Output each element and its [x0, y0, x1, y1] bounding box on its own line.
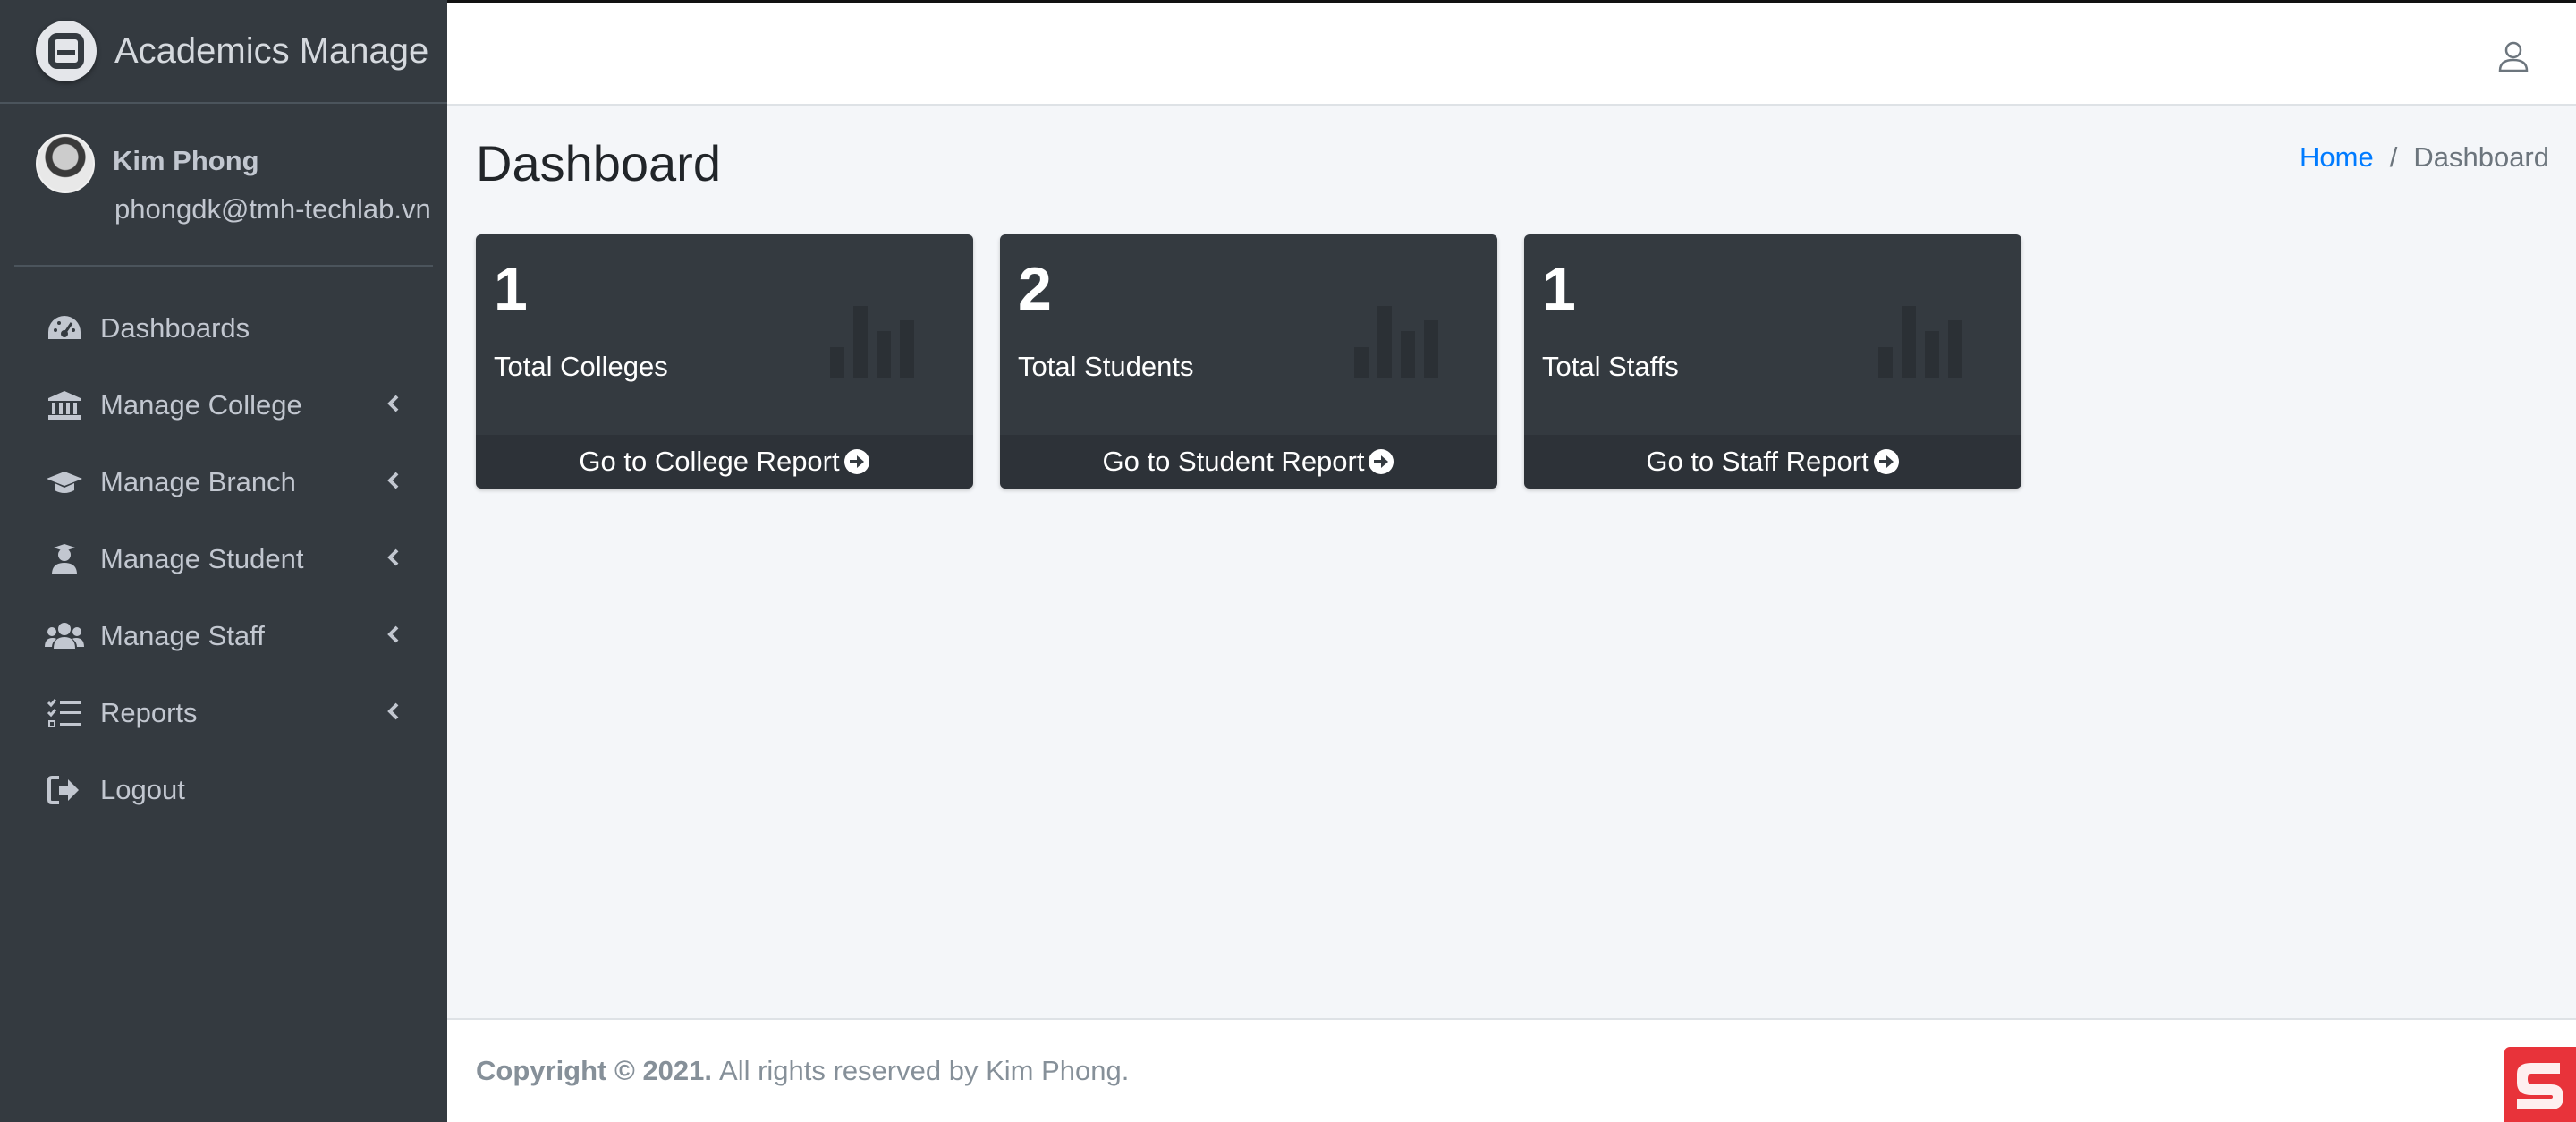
user-name[interactable]: Kim Phong [113, 145, 431, 177]
bar-chart-icon [830, 306, 914, 378]
stat-value: 1 [494, 255, 528, 323]
student-report-link[interactable]: Go to Student Report [1000, 435, 1497, 489]
top-navbar [447, 0, 2576, 106]
sidebar-item-manage-student[interactable]: Manage Student [0, 521, 447, 598]
bar-chart-icon [1354, 306, 1438, 378]
breadcrumb-current: Dashboard [2413, 141, 2549, 173]
tasks-icon [45, 695, 84, 731]
sidebar-item-label: Dashboards [100, 312, 250, 344]
stat-label: Total Staffs [1542, 351, 1679, 382]
sidebar-item-label: Manage College [100, 389, 302, 421]
sidebar-item-label: Manage Staff [100, 620, 265, 651]
chevron-left-icon [387, 395, 399, 412]
arrow-circle-right-icon [1368, 449, 1394, 474]
content-header: Dashboard Home / Dashboard [476, 134, 2549, 197]
breadcrumb-separator: / [2389, 141, 2398, 173]
user-panel: Kim Phong phongdk@tmh-techlab.vn [14, 104, 433, 267]
user-email: phongdk@tmh-techlab.vn [114, 193, 431, 225]
users-icon [45, 618, 84, 654]
page-footer: Copyright © 2021. All rights reserved by… [447, 1018, 2576, 1122]
brand-logo-icon [36, 21, 97, 81]
card-footer-label: Go to Staff Report [1646, 446, 1869, 477]
chevron-left-icon [387, 548, 399, 566]
breadcrumb-home-link[interactable]: Home [2300, 141, 2374, 174]
graduation-cap-icon [45, 464, 84, 500]
sidebar-item-manage-staff[interactable]: Manage Staff [0, 598, 447, 675]
user-menu-icon[interactable] [2497, 40, 2529, 72]
sidebar-item-label: Reports [100, 697, 198, 728]
arrow-circle-right-icon [1873, 449, 1899, 474]
sidebar-item-reports[interactable]: Reports [0, 675, 447, 752]
sidebar-item-dashboards[interactable]: Dashboards [0, 290, 447, 367]
stat-card-staffs: 1 Total Staffs Go to Staff Report [1524, 234, 2021, 489]
sidebar-item-label: Logout [100, 774, 185, 805]
staff-report-link[interactable]: Go to Staff Report [1524, 435, 2021, 489]
footer-copyright: Copyright © 2021. [476, 1055, 713, 1086]
sidebar-item-logout[interactable]: Logout [0, 752, 447, 829]
page-title: Dashboard [476, 135, 721, 191]
sidebar: Academics Manage Kim Phong phongdk@tmh-t… [0, 0, 447, 1122]
footer-text: All rights reserved by Kim Phong. [719, 1055, 1130, 1086]
chevron-left-icon [387, 472, 399, 489]
card-footer-label: Go to College Report [579, 446, 840, 477]
breadcrumb: Home / Dashboard [2300, 141, 2549, 174]
tachometer-icon [45, 310, 84, 346]
arrow-circle-right-icon [843, 449, 869, 474]
user-avatar [36, 134, 95, 193]
brand-link[interactable]: Academics Manage [0, 0, 447, 104]
stat-value: 2 [1018, 255, 1052, 323]
brand-name: Academics Manage [114, 30, 429, 71]
university-icon [45, 387, 84, 423]
card-footer-label: Go to Student Report [1102, 446, 1365, 477]
stat-card-students: 2 Total Students Go to Student Report [1000, 234, 1497, 489]
stat-label: Total Colleges [494, 351, 668, 382]
stat-card-colleges: 1 Total Colleges Go to College Report [476, 234, 973, 489]
sidebar-item-manage-branch[interactable]: Manage Branch [0, 444, 447, 521]
bar-chart-icon [1878, 306, 1962, 378]
chevron-left-icon [387, 625, 399, 643]
stat-value: 1 [1542, 255, 1576, 323]
sidebar-item-label: Manage Student [100, 543, 304, 574]
college-report-link[interactable]: Go to College Report [476, 435, 973, 489]
sign-out-icon [45, 772, 84, 808]
stat-label: Total Students [1018, 351, 1194, 382]
chevron-left-icon [387, 702, 399, 720]
app-badge-icon[interactable] [2504, 1047, 2576, 1122]
stat-cards: 1 Total Colleges Go to College Report 2 … [476, 234, 2021, 489]
user-graduate-icon [45, 541, 84, 577]
sidebar-nav: Dashboards Manage College Manage Branch … [0, 267, 447, 829]
sidebar-item-manage-college[interactable]: Manage College [0, 367, 447, 444]
sidebar-item-label: Manage Branch [100, 466, 296, 497]
